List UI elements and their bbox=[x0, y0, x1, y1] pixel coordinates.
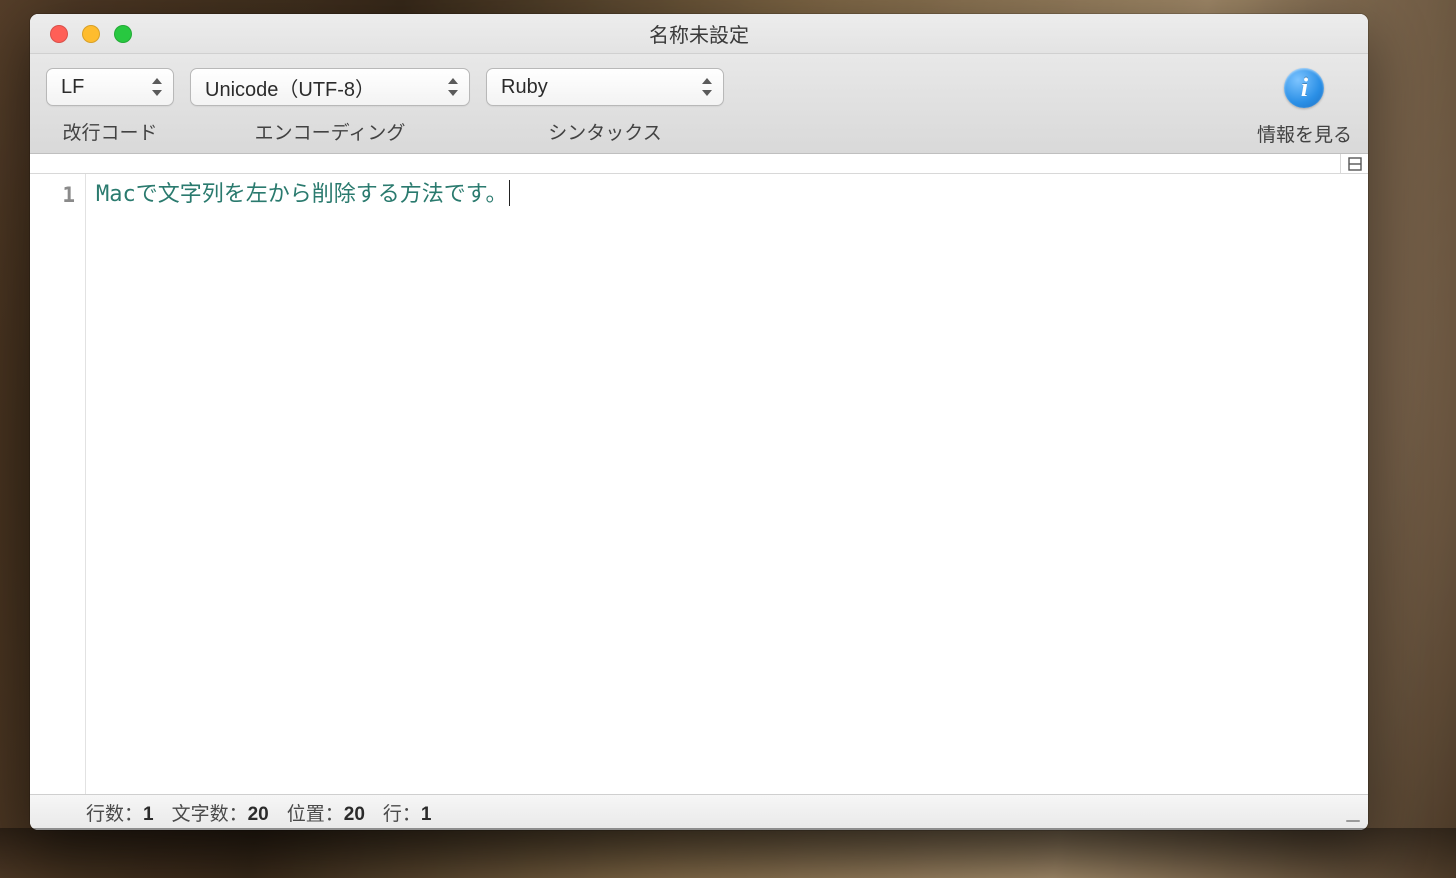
chevron-up-down-icon bbox=[701, 78, 713, 96]
syntax-value: Ruby bbox=[501, 76, 548, 99]
code-line: Macで文字列を左から削除する方法です。 bbox=[96, 180, 1358, 210]
line-number-gutter: 1 bbox=[30, 174, 86, 794]
status-position-value: 20 bbox=[344, 804, 365, 825]
encoding-select[interactable]: Unicode（UTF-8） bbox=[190, 68, 470, 106]
minimize-icon[interactable] bbox=[82, 25, 100, 43]
close-icon[interactable] bbox=[50, 25, 68, 43]
status-lines: 行数：1 bbox=[86, 799, 154, 826]
status-position: 位置：20 bbox=[287, 799, 365, 826]
status-chars-label: 文字数： bbox=[172, 804, 248, 825]
window-title: 名称未設定 bbox=[649, 19, 749, 48]
zoom-icon[interactable] bbox=[114, 25, 132, 43]
code-text: Macで文字列を左から削除する方法です。 bbox=[96, 182, 508, 207]
resize-grip-icon[interactable] bbox=[1346, 820, 1360, 822]
status-chars: 文字数：20 bbox=[172, 799, 269, 826]
status-line: 行：1 bbox=[383, 799, 432, 826]
titlebar[interactable]: 名称未設定 bbox=[30, 14, 1368, 54]
line-endings-label: 改行コード bbox=[62, 118, 157, 145]
ruler-bar bbox=[30, 154, 1368, 174]
status-position-label: 位置： bbox=[287, 804, 344, 825]
line-number: 1 bbox=[30, 180, 85, 210]
info-icon: i bbox=[1301, 73, 1308, 103]
window-controls bbox=[30, 25, 132, 43]
info-label: 情報を見る bbox=[1257, 120, 1352, 147]
syntax-label: シンタックス bbox=[548, 118, 661, 145]
chevron-up-down-icon bbox=[151, 78, 163, 96]
toolbar: LF 改行コード Unicode（UTF-8） エンコーディング Ruby シン… bbox=[30, 54, 1368, 154]
syntax-group: Ruby シンタックス bbox=[486, 68, 724, 145]
text-caret bbox=[509, 180, 511, 206]
code-text-area[interactable]: Macで文字列を左から削除する方法です。 bbox=[86, 174, 1368, 794]
status-line-label: 行： bbox=[383, 804, 421, 825]
split-view-icon bbox=[1348, 157, 1362, 171]
encoding-value: Unicode（UTF-8） bbox=[205, 73, 375, 102]
status-line-value: 1 bbox=[421, 804, 432, 825]
syntax-select[interactable]: Ruby bbox=[486, 68, 724, 106]
split-view-toggle[interactable] bbox=[1340, 154, 1368, 173]
info-group: i 情報を見る bbox=[1257, 68, 1352, 147]
statusbar: 行数：1 文字数：20 位置：20 行：1 bbox=[30, 794, 1368, 830]
chevron-up-down-icon bbox=[447, 78, 459, 96]
ruler-spacer bbox=[30, 154, 1340, 173]
encoding-label: エンコーディング bbox=[255, 118, 406, 145]
status-chars-value: 20 bbox=[248, 804, 269, 825]
line-endings-value: LF bbox=[61, 76, 84, 99]
status-lines-label: 行数： bbox=[86, 804, 143, 825]
editor-window: 名称未設定 LF 改行コード Unicode（UTF-8） エンコーディング R… bbox=[30, 14, 1368, 830]
editor-area: 1 Macで文字列を左から削除する方法です。 bbox=[30, 174, 1368, 794]
status-lines-value: 1 bbox=[143, 804, 154, 825]
line-endings-group: LF 改行コード bbox=[46, 68, 174, 145]
line-endings-select[interactable]: LF bbox=[46, 68, 174, 106]
encoding-group: Unicode（UTF-8） エンコーディング bbox=[190, 68, 470, 145]
info-button[interactable]: i bbox=[1284, 68, 1324, 108]
